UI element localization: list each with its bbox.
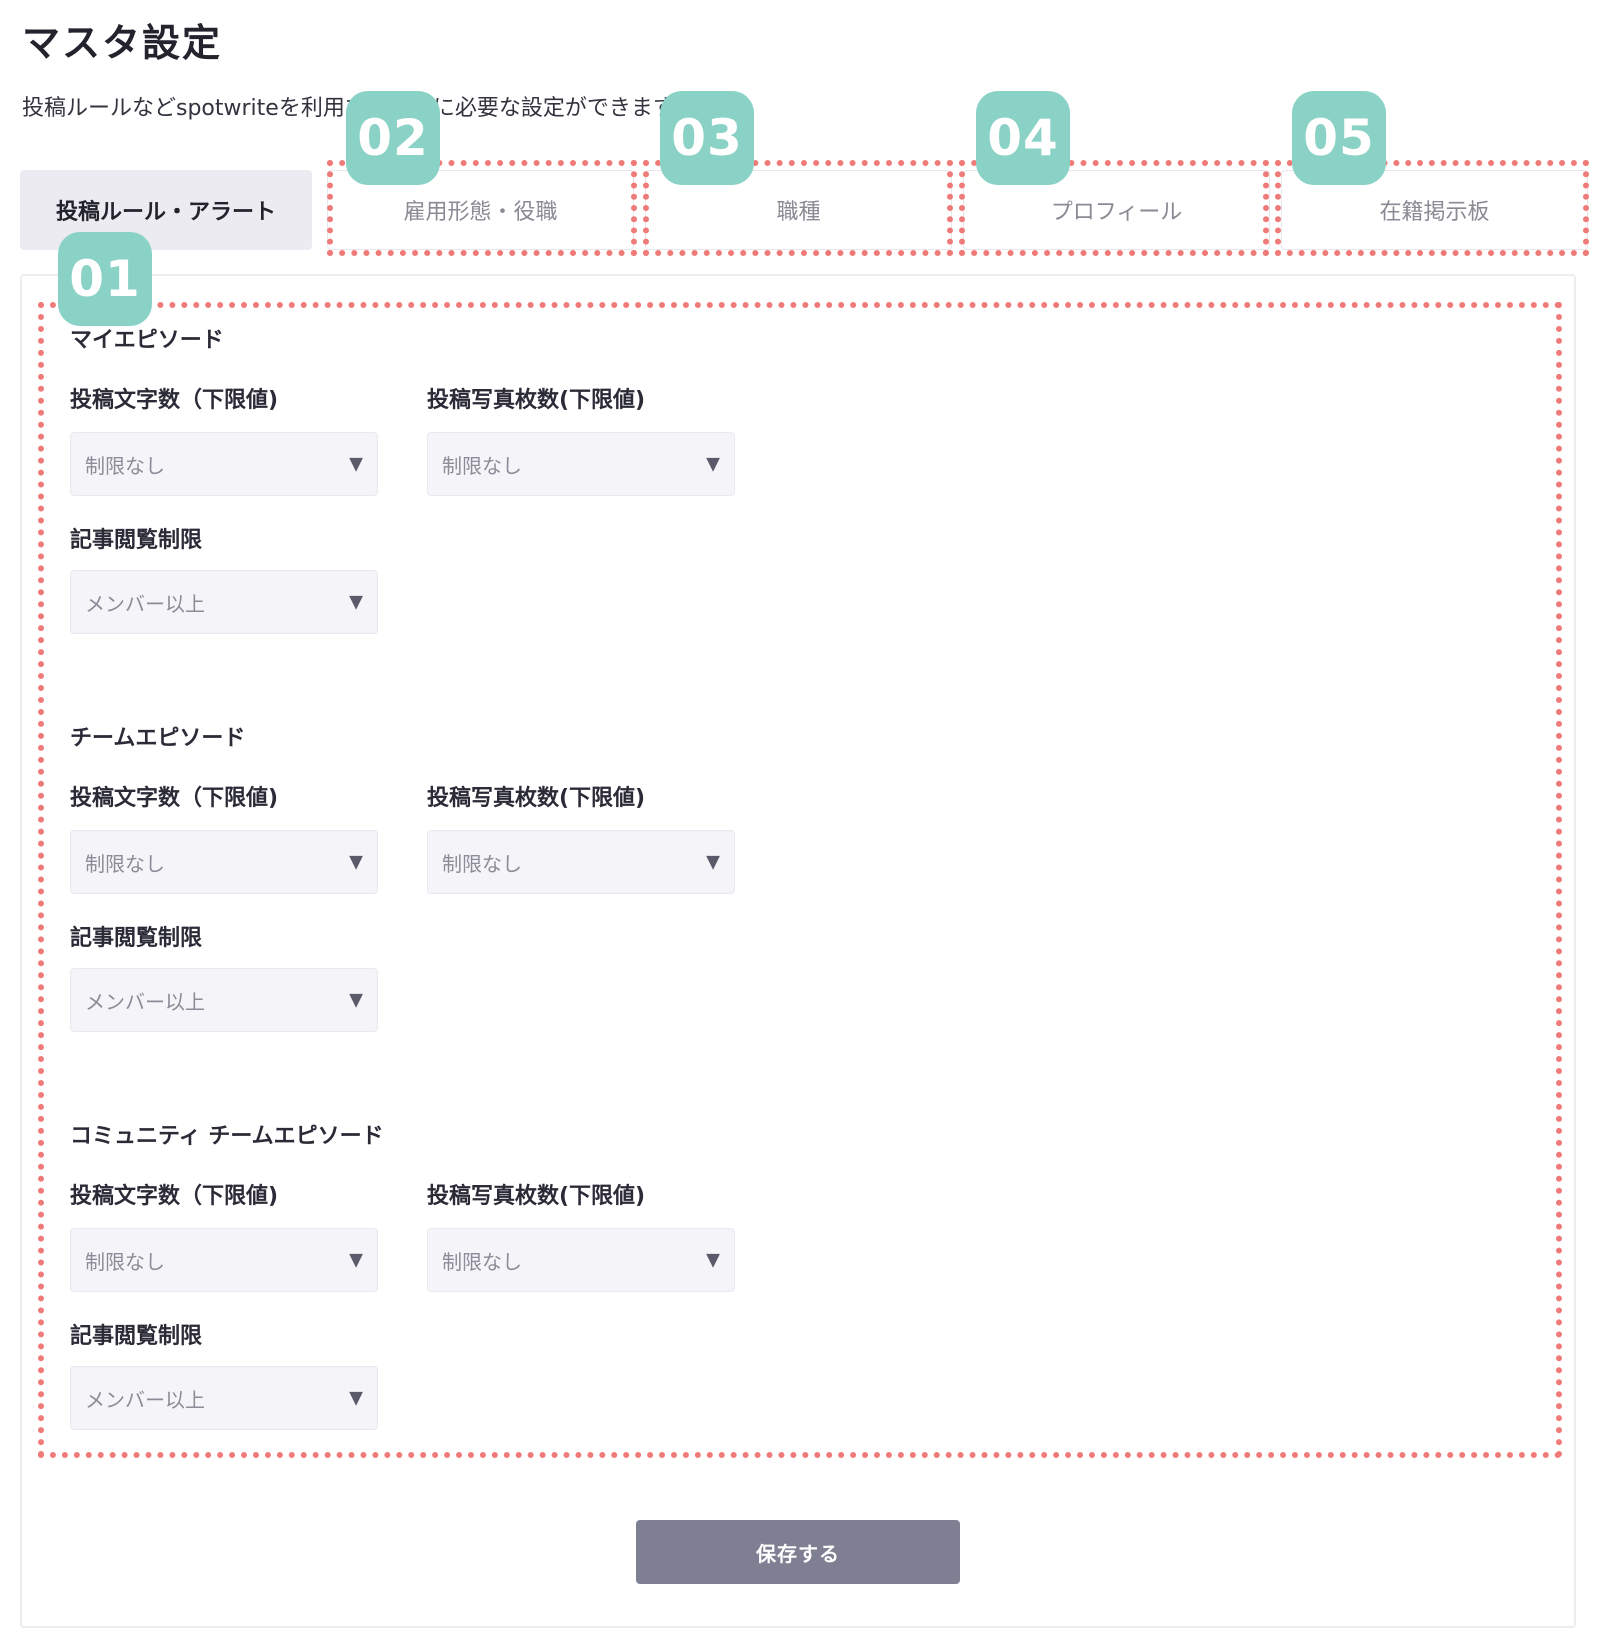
select-value: 制限なし [442,851,522,876]
page-title: マスタ設定 [22,21,223,65]
view-restriction-select[interactable]: メンバー以上 ▼ [70,570,378,634]
select-value: メンバー以上 [85,1387,205,1412]
photo-count-label: 投稿写真枚数(下限値) [427,388,646,413]
char-count-select[interactable]: 制限なし ▼ [70,830,378,894]
view-restriction-label: 記事閲覧制限 [70,926,203,951]
triangle-down-icon: ▼ [349,851,363,873]
view-restriction-label: 記事閲覧制限 [70,528,203,553]
triangle-down-icon: ▼ [706,1249,720,1271]
tab-label: 雇用形態・役職 [403,200,558,225]
view-restriction-select[interactable]: メンバー以上 ▼ [70,1366,378,1430]
select-value: メンバー以上 [85,989,205,1014]
photo-count-label: 投稿写真枚数(下限値) [427,786,646,811]
view-restriction-select[interactable]: メンバー以上 ▼ [70,968,378,1032]
tab-label: 職種 [776,200,821,225]
annotation-badge-05: 05 [1292,91,1386,185]
tab-label: 在籍掲示板 [1379,200,1490,225]
char-count-label: 投稿文字数（下限値) [70,786,279,811]
char-count-select[interactable]: 制限なし ▼ [70,432,378,496]
char-count-label: 投稿文字数（下限値) [70,1184,279,1209]
char-count-select[interactable]: 制限なし ▼ [70,1228,378,1292]
select-value: 制限なし [85,851,165,876]
tab-label: プロフィール [1050,200,1183,225]
annotation-badge-04: 04 [976,91,1070,185]
triangle-down-icon: ▼ [706,851,720,873]
section-title-community-team-episode: コミュニティ チームエピソード [70,1124,384,1149]
photo-count-select[interactable]: 制限なし ▼ [427,830,735,894]
char-count-label: 投稿文字数（下限値) [70,388,279,413]
annotation-badge-01: 01 [58,232,152,326]
select-value: 制限なし [85,453,165,478]
section-title-my-episode: マイエピソード [70,328,224,353]
triangle-down-icon: ▼ [706,453,720,475]
section-title-team-episode: チームエピソード [70,726,246,751]
annotation-badge-03: 03 [660,91,754,185]
select-value: メンバー以上 [85,591,205,616]
photo-count-select[interactable]: 制限なし ▼ [427,432,735,496]
view-restriction-label: 記事閲覧制限 [70,1324,203,1349]
photo-count-label: 投稿写真枚数(下限値) [427,1184,646,1209]
triangle-down-icon: ▼ [349,1387,363,1409]
select-value: 制限なし [442,1249,522,1274]
triangle-down-icon: ▼ [349,989,363,1011]
triangle-down-icon: ▼ [349,591,363,613]
triangle-down-icon: ▼ [349,453,363,475]
save-button[interactable]: 保存する [636,1520,960,1584]
tab-label: 投稿ルール・アラート [55,200,276,225]
select-value: 制限なし [442,453,522,478]
photo-count-select[interactable]: 制限なし ▼ [427,1228,735,1292]
triangle-down-icon: ▼ [349,1249,363,1271]
select-value: 制限なし [85,1249,165,1274]
annotation-badge-02: 02 [346,91,440,185]
